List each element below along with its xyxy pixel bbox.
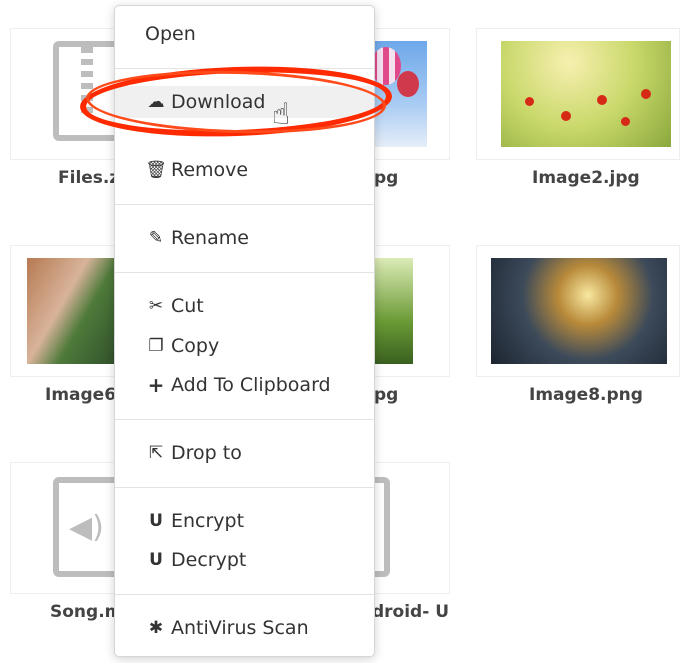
file-name: Files.z <box>58 168 120 188</box>
menu-item-label: Open <box>145 23 196 45</box>
file-name: pg <box>374 385 399 405</box>
menu-divider <box>115 204 374 205</box>
menu-item-label: Remove <box>171 159 249 181</box>
menu-item-drop-to[interactable]: ⇱ Drop to <box>115 437 374 469</box>
file-name: Image8.png <box>529 385 643 405</box>
menu-item-label: AntiVirus Scan <box>171 617 309 639</box>
menu-item-label: Copy <box>171 335 220 357</box>
share-icon: ⇱ <box>148 443 164 463</box>
image-thumbnail <box>491 258 667 364</box>
menu-item-decrypt[interactable]: U Decrypt <box>115 544 374 576</box>
file-name: droid- U <box>372 602 450 622</box>
image-thumbnail <box>501 41 671 147</box>
magnet-icon: U <box>149 550 163 570</box>
plus-icon: + <box>147 373 165 397</box>
menu-divider <box>115 419 374 420</box>
image-thumbnail <box>27 258 119 364</box>
menu-item-label: Cut <box>171 295 204 317</box>
edit-icon: ✎ <box>148 228 164 248</box>
menu-item-encrypt[interactable]: U Encrypt <box>115 505 374 537</box>
hand-cursor-icon: ☝ <box>272 97 291 132</box>
scissors-icon: ✂ <box>148 296 164 316</box>
menu-item-label: Rename <box>171 227 249 249</box>
audio-file-icon: ◀) <box>53 477 123 577</box>
file-name: Image6 <box>45 385 117 405</box>
menu-item-copy[interactable]: ❐ Copy <box>115 330 374 362</box>
menu-item-cut[interactable]: ✂ Cut <box>115 290 374 322</box>
menu-item-rename[interactable]: ✎ Rename <box>115 222 374 254</box>
menu-item-label: Drop to <box>171 442 242 464</box>
file-name: Song.m <box>50 602 123 622</box>
magnet-icon: U <box>149 511 163 531</box>
file-tile-image2[interactable] <box>476 28 680 160</box>
trash-icon: 🗑 <box>145 160 167 180</box>
file-name: pg <box>374 168 399 188</box>
menu-divider <box>115 594 374 595</box>
menu-divider <box>115 272 374 273</box>
menu-divider <box>115 487 374 488</box>
menu-item-label: Decrypt <box>171 549 247 571</box>
file-tile-image8[interactable] <box>476 245 680 377</box>
menu-item-remove[interactable]: 🗑 Remove <box>115 154 374 186</box>
menu-item-antivirus-scan[interactable]: ✱ AntiVirus Scan <box>115 612 374 644</box>
menu-item-label: Encrypt <box>171 510 245 532</box>
file-name: Image2.jpg <box>532 168 640 188</box>
menu-item-label: Add To Clipboard <box>171 374 331 396</box>
menu-item-open[interactable]: Open <box>115 18 374 50</box>
menu-item-add-to-clipboard[interactable]: + Add To Clipboard <box>115 369 374 401</box>
bug-icon: ✱ <box>148 618 164 638</box>
copy-icon: ❐ <box>148 336 164 356</box>
